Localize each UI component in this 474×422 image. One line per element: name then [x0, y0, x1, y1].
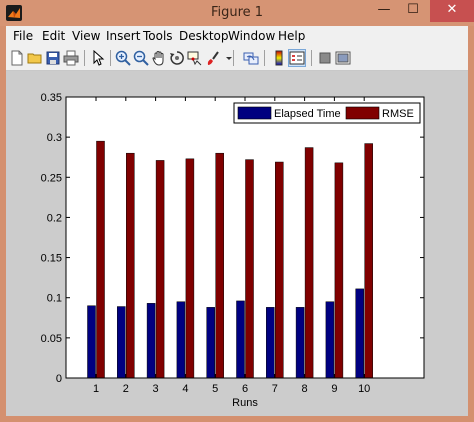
y-tick-label: 0.35	[41, 92, 62, 104]
bar-elapsed-time-run-2[interactable]	[117, 306, 126, 379]
open-file-icon[interactable]	[27, 50, 43, 66]
pan-hand-icon[interactable]	[151, 50, 167, 66]
y-tick-label: 0.15	[41, 253, 62, 265]
bar-rmse-run-4[interactable]	[185, 158, 195, 379]
print-icon[interactable]	[63, 50, 79, 66]
bar-rmse-run-6[interactable]	[245, 159, 254, 379]
edit-plot-arrow-icon[interactable]	[90, 50, 106, 66]
colorbar-icon[interactable]	[271, 50, 287, 66]
bar-elapsed-time-run-10[interactable]	[355, 288, 364, 379]
save-icon[interactable]	[45, 50, 61, 66]
y-tick-label: 0.1	[47, 293, 62, 305]
x-tick-label: 6	[242, 383, 248, 395]
menu-file[interactable]: File	[13, 29, 33, 43]
legend-label-elapsed-time: Elapsed Time	[274, 108, 341, 120]
toolbar-separator	[233, 50, 234, 66]
menu-desktop[interactable]: Desktop	[179, 29, 229, 43]
menu-tools[interactable]: Tools	[143, 29, 173, 43]
bar-rmse-run-3[interactable]	[155, 160, 165, 379]
bar-elapsed-time-run-6[interactable]	[236, 300, 245, 379]
hide-plot-tools-icon[interactable]	[317, 50, 333, 66]
bar-rmse-run-10[interactable]	[364, 143, 373, 379]
y-tick-label: 0.2	[47, 212, 62, 224]
bar-elapsed-time-run-3[interactable]	[146, 303, 156, 379]
legend-swatch-rmse	[345, 106, 380, 120]
close-button[interactable]: ✕	[430, 0, 474, 22]
x-tick-label: 8	[302, 383, 308, 395]
brush-icon[interactable]	[205, 50, 221, 66]
menu-bar: File Edit View Insert Tools Desktop Wind…	[6, 26, 468, 46]
brush-dropdown-icon[interactable]	[221, 50, 237, 66]
show-plot-tools-icon[interactable]	[335, 50, 351, 66]
y-tick-label: 0.3	[47, 132, 62, 144]
y-tick-label: 0.25	[41, 172, 62, 184]
minimize-button[interactable]: —	[369, 0, 399, 22]
figure-toolbar	[6, 46, 468, 71]
toolbar-separator	[264, 50, 265, 66]
bar-rmse-run-1[interactable]	[96, 140, 105, 379]
legend-label-rmse: RMSE	[382, 108, 414, 120]
y-tick-label: 0.05	[41, 333, 62, 345]
bar-rmse-run-8[interactable]	[304, 147, 314, 379]
bar-rmse-run-9[interactable]	[334, 162, 344, 379]
menu-window[interactable]: Window	[228, 29, 275, 43]
bar-elapsed-time-run-7[interactable]	[266, 307, 275, 379]
x-tick-label: 7	[272, 383, 278, 395]
new-figure-icon[interactable]	[9, 50, 25, 66]
bar-elapsed-time-run-5[interactable]	[206, 307, 215, 379]
zoom-out-icon[interactable]	[133, 50, 149, 66]
menu-insert[interactable]: Insert	[106, 29, 140, 43]
x-tick-label: 1	[93, 383, 99, 395]
maximize-button[interactable]: ☐	[399, 0, 427, 22]
figure-window: Figure 1 — ☐ ✕ File Edit View Insert Too…	[0, 0, 474, 422]
bar-elapsed-time-run-1[interactable]	[87, 305, 96, 379]
bar-elapsed-time-run-9[interactable]	[325, 301, 335, 379]
legend[interactable]: Elapsed Time RMSE	[233, 102, 421, 124]
bar-chart[interactable]: 0 0.05 0.1 0.15 0.2 0.25 0.3 0.35 1 2 3 4 5 6 7 8 9 10 R…	[6, 71, 468, 416]
y-tick-label: 0	[56, 373, 62, 385]
bar-elapsed-time-run-4[interactable]	[176, 301, 186, 379]
figure-canvas: 0 0.05 0.1 0.15 0.2 0.25 0.3 0.35 1 2 3 4 5 6 7 8 9 10 R…	[6, 71, 468, 416]
toolbar-separator	[311, 50, 312, 66]
x-tick-label: 2	[123, 383, 129, 395]
bar-elapsed-time-run-8[interactable]	[295, 307, 305, 379]
bar-rmse-run-2[interactable]	[126, 152, 135, 379]
x-tick-label: 4	[182, 383, 188, 395]
bar-rmse-run-7[interactable]	[275, 161, 284, 379]
legend-icon[interactable]	[288, 49, 306, 67]
bar-rmse-run-5[interactable]	[215, 152, 224, 379]
x-tick-label: 9	[331, 383, 337, 395]
toolbar-separator	[84, 50, 85, 66]
x-tick-label: 5	[212, 383, 218, 395]
menu-help[interactable]: Help	[278, 29, 305, 43]
x-tick-label: 10	[358, 383, 370, 395]
link-plot-icon[interactable]	[243, 50, 259, 66]
title-bar[interactable]: Figure 1 — ☐ ✕	[0, 0, 474, 26]
menu-view[interactable]: View	[72, 29, 100, 43]
zoom-in-icon[interactable]	[115, 50, 131, 66]
toolbar-separator	[110, 50, 111, 66]
rotate-3d-icon[interactable]	[169, 50, 185, 66]
data-cursor-icon[interactable]	[187, 50, 203, 66]
x-axis-label: Runs	[232, 397, 258, 409]
legend-swatch-elapsed-time	[237, 106, 272, 120]
x-tick-label: 3	[153, 383, 159, 395]
menu-edit[interactable]: Edit	[42, 29, 65, 43]
